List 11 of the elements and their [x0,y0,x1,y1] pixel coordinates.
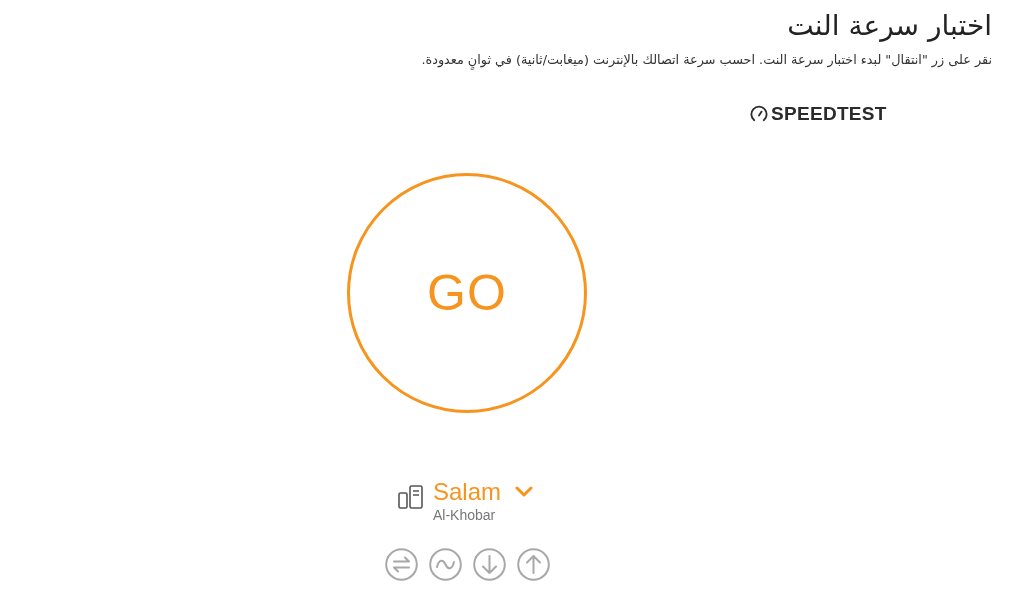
brand-name: SPEEDTEST [771,104,887,124]
server-icon [398,485,424,509]
server-selector[interactable]: Salam [433,479,534,505]
swap-arrows-icon[interactable] [385,548,418,581]
server-location: Al-Khobar [433,506,497,524]
wave-icon[interactable] [429,548,462,581]
page-title: اختبار سرعة النت [787,8,992,44]
speedometer-icon [750,105,768,123]
go-button[interactable]: GO [347,173,587,413]
page-description: نقر على زر "انتقال" لبدء اختبار سرعة النت. احسب سرعة اتصالك بالإنترنت (ميغابت/ثانية) في ثوانٍ معدودة. [421,51,992,69]
chevron-down-icon [515,486,534,498]
